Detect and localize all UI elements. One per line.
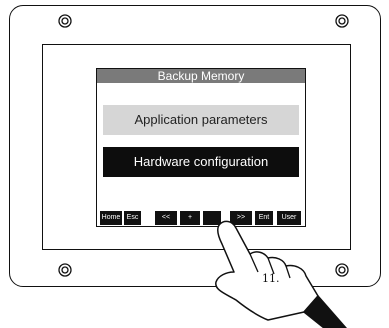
application-parameters-button[interactable]: Application parameters: [103, 105, 299, 135]
esc-key[interactable]: Esc: [124, 211, 141, 225]
hardware-configuration-button[interactable]: Hardware configuration: [103, 147, 299, 177]
plus-key[interactable]: +: [180, 211, 200, 225]
screw-icon: [58, 14, 72, 28]
screw-icon: [335, 14, 349, 28]
prev-key[interactable]: <<: [155, 211, 177, 225]
screen-title: Backup Memory: [97, 69, 305, 83]
pointing-hand-icon: [215, 220, 347, 328]
home-key[interactable]: Home: [100, 211, 122, 225]
screw-icon: [58, 263, 72, 277]
lcd-screen: Backup Memory Application parameters Har…: [96, 68, 306, 227]
step-label: 11.: [262, 272, 280, 285]
